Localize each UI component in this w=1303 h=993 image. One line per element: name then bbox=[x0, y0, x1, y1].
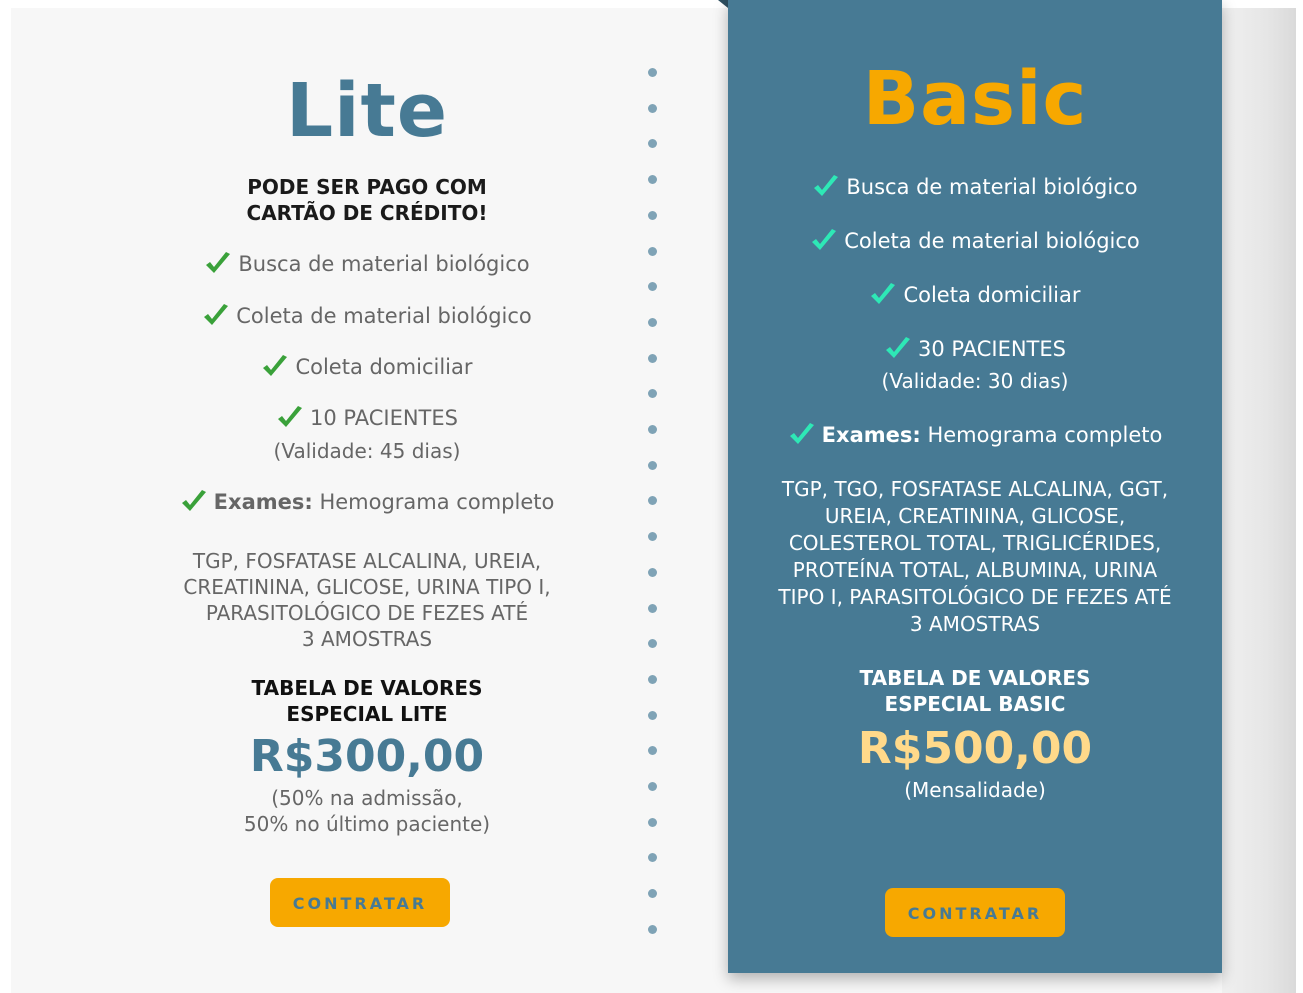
exams-line: Exames: Hemograma completo bbox=[728, 422, 1222, 448]
divider-dot bbox=[648, 674, 657, 684]
plan-card-lite: Lite PODE SER PAGO COM CARTÃO DE CRÉDITO… bbox=[11, 8, 701, 993]
check-icon bbox=[886, 337, 910, 358]
check-icon bbox=[812, 229, 837, 250]
card-corner bbox=[718, 0, 728, 8]
feature-item: 10 PACIENTES bbox=[57, 405, 677, 431]
exam-list-line: 3 AMOSTRAS bbox=[301, 627, 433, 651]
divider-dot bbox=[648, 853, 657, 863]
exams-label: Exames: bbox=[821, 423, 921, 447]
exam-list-line: TIPO I, PARASITOLÓGICO DE FEZES ATÉ bbox=[778, 585, 1172, 609]
divider-dot bbox=[648, 496, 657, 506]
divider-dot bbox=[648, 710, 657, 720]
divider-dot bbox=[648, 389, 657, 399]
divider-dot bbox=[648, 603, 657, 613]
divider-dot bbox=[648, 103, 657, 113]
feature-item: 30 PACIENTES bbox=[728, 336, 1222, 362]
divider-dot bbox=[648, 889, 657, 899]
divider-dot bbox=[648, 317, 657, 327]
table-title-line2: ESPECIAL BASIC bbox=[884, 692, 1066, 716]
divider-dot bbox=[648, 639, 657, 649]
exam-list-line: PARASITOLÓGICO DE FEZES ATÉ bbox=[205, 601, 529, 625]
exam-list-line: UREIA, CREATININA, GLICOSE, bbox=[824, 504, 1126, 528]
feature-label: Coleta de material biológico bbox=[844, 229, 1140, 253]
divider-dot bbox=[648, 782, 657, 791]
check-icon bbox=[181, 490, 206, 511]
divider-dot bbox=[648, 68, 657, 77]
contratar-button-basic[interactable]: CONTRATAR bbox=[885, 888, 1065, 937]
exam-list-line: TGP, TGO, FOSFATASE ALCALINA, GGT, bbox=[781, 477, 1169, 501]
divider-dot bbox=[648, 175, 657, 185]
exam-list-line: CREATININA, GLICOSE, URINA TIPO I, bbox=[183, 575, 551, 599]
feature-item: Busca de material biológico bbox=[57, 251, 677, 277]
divider-dot bbox=[648, 425, 657, 434]
exam-list: TGP, TGO, FOSFATASE ALCALINA, GGT, UREIA… bbox=[728, 476, 1222, 638]
feature-item: Coleta domiciliar bbox=[57, 354, 677, 380]
divider-dot bbox=[648, 532, 657, 542]
basic-title: Basic bbox=[728, 56, 1222, 142]
divider-dot bbox=[648, 460, 657, 470]
table-title-line1: TABELA DE VALORES bbox=[859, 666, 1091, 690]
exams-line: Exames: Hemograma completo bbox=[57, 489, 677, 515]
check-icon bbox=[789, 423, 814, 444]
feature-label: 30 PACIENTES bbox=[918, 337, 1066, 361]
payment-note-line2: CARTÃO DE CRÉDITO! bbox=[246, 201, 488, 225]
exam-list-line: PROTEÍNA TOTAL, ALBUMINA, URINA bbox=[792, 558, 1158, 582]
feature-label: Busca de material biológico bbox=[846, 175, 1138, 199]
feature-label: Coleta de material biológico bbox=[236, 304, 532, 328]
divider-dot bbox=[648, 924, 657, 934]
plan-card-basic: Basic Busca de material biológico Coleta… bbox=[728, 0, 1222, 973]
patients-validity: (Validade: 30 dias) bbox=[881, 369, 1069, 393]
divider-dot bbox=[648, 746, 657, 756]
exams-label: Exames: bbox=[213, 490, 313, 514]
exam-list-line: 3 AMOSTRAS bbox=[909, 612, 1041, 636]
exam-list: TGP, FOSFATASE ALCALINA, UREIA, CREATINI… bbox=[57, 548, 677, 652]
feature-item: Coleta de material biológico bbox=[728, 228, 1222, 254]
divider-dot bbox=[648, 282, 657, 292]
feature-label: Busca de material biológico bbox=[238, 252, 530, 276]
exams-first: Hemograma completo bbox=[319, 490, 555, 514]
divider-dot bbox=[648, 353, 657, 363]
plan-title: Lite bbox=[285, 68, 449, 154]
feature-label: 10 PACIENTES bbox=[310, 406, 458, 430]
contratar-button-lite[interactable]: CONTRATAR bbox=[270, 878, 450, 927]
check-icon bbox=[263, 355, 288, 376]
payment-note-line1: PODE SER PAGO COM bbox=[247, 175, 487, 199]
divider-dot bbox=[648, 567, 657, 577]
plan-title: Basic bbox=[862, 56, 1088, 142]
price: R$300,00 bbox=[249, 731, 485, 782]
price-note: (Mensalidade) bbox=[904, 778, 1046, 802]
check-icon bbox=[206, 252, 231, 273]
price: R$500,00 bbox=[857, 723, 1093, 774]
divider-dots bbox=[648, 68, 660, 938]
divider-dot bbox=[648, 139, 657, 149]
feature-label: Coleta domiciliar bbox=[903, 283, 1081, 307]
divider-dot bbox=[648, 817, 657, 827]
feature-item: Coleta de material biológico bbox=[57, 303, 677, 329]
price-note-line2: 50% no último paciente) bbox=[243, 812, 491, 836]
check-icon bbox=[204, 304, 229, 325]
exam-list-line: COLESTEROL TOTAL, TRIGLICÉRIDES, bbox=[788, 531, 1162, 555]
feature-item: Coleta domiciliar bbox=[728, 282, 1222, 308]
check-icon bbox=[814, 175, 839, 196]
table-title-line2: ESPECIAL LITE bbox=[286, 702, 448, 726]
price-note: (50% na admissão, 50% no último paciente… bbox=[57, 785, 677, 837]
check-icon bbox=[871, 283, 896, 304]
exams-first: Hemograma completo bbox=[927, 423, 1163, 447]
table-title: TABELA DE VALORES ESPECIAL BASIC bbox=[728, 665, 1222, 717]
feature-item: Busca de material biológico bbox=[728, 174, 1222, 200]
check-icon bbox=[278, 406, 302, 427]
table-title: TABELA DE VALORES ESPECIAL LITE bbox=[57, 675, 677, 727]
exam-list-line: TGP, FOSFATASE ALCALINA, UREIA, bbox=[192, 549, 542, 573]
payment-note: PODE SER PAGO COM CARTÃO DE CRÉDITO! bbox=[57, 174, 677, 226]
divider-dot bbox=[648, 246, 657, 256]
lite-title: Lite bbox=[57, 68, 677, 154]
right-shade bbox=[1222, 8, 1296, 993]
patients-validity: (Validade: 45 dias) bbox=[273, 439, 461, 463]
feature-label: Coleta domiciliar bbox=[295, 355, 473, 379]
price-note-line1: (50% na admissão, bbox=[271, 786, 463, 810]
table-title-line1: TABELA DE VALORES bbox=[251, 676, 483, 700]
divider-dot bbox=[648, 210, 657, 220]
